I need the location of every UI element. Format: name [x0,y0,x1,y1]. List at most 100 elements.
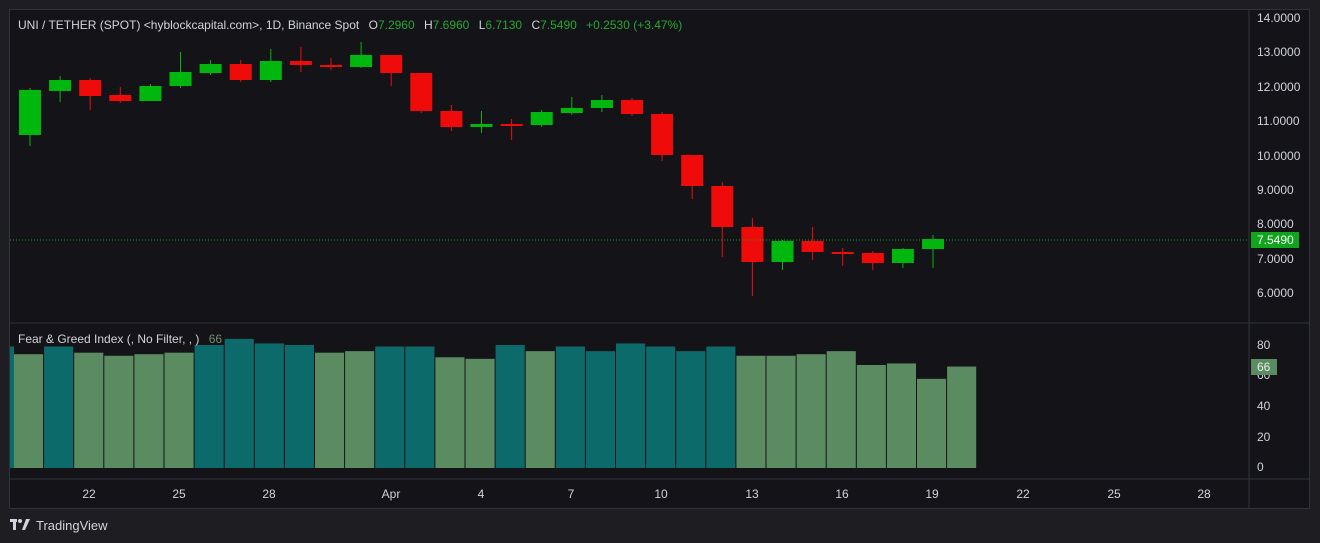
candle-body [470,124,493,127]
change-value: +0.2530 (+3.47%) [586,18,682,32]
time-tick-label: 19 [925,487,939,501]
price-tick-label: 10.0000 [1257,149,1301,163]
time-tick-label: 28 [1197,487,1211,501]
time-tick-label: 25 [172,487,186,501]
fear-greed-bar [435,357,465,468]
candle-body [530,112,553,125]
fear-greed-tick-label: 0 [1257,460,1264,474]
candle-body [651,114,674,155]
time-tick-label: 7 [568,487,575,501]
candle-body [380,55,403,73]
time-tick-label: 25 [1107,487,1121,501]
fear-greed-bar [104,355,134,468]
price-pane[interactable] [10,42,1249,296]
fear-greed-bar [134,354,164,468]
price-tick-label: 6.0000 [1257,286,1294,300]
candle-body [199,64,222,73]
fear-greed-bar [254,343,284,468]
fear-greed-bar [826,351,856,468]
price-tick-label: 8.0000 [1257,217,1294,231]
time-axis[interactable]: 22 25 28 Apr 4 7 10 13 16 19 22 25 28 [82,487,1211,501]
candle-body [681,155,704,186]
fear-greed-bar [525,351,555,468]
legend-header: UNI / TETHER (SPOT) <hyblockcapital.com>… [18,18,682,32]
fear-greed-bar [495,345,525,468]
tradingview-wordmark: TradingView [36,517,108,533]
fear-greed-last-label: 66 [1257,360,1271,374]
fear-greed-bar [886,363,916,468]
close-value: 7.5490 [540,18,577,32]
high-value: 7.6960 [433,18,470,32]
fear-greed-bar [375,346,405,468]
time-tick-label: 10 [654,487,668,501]
price-tick-label: 12.0000 [1257,80,1301,94]
indicator-value: 66 [209,332,223,346]
fear-greed-bar [74,352,104,468]
fear-greed-bar [315,352,345,468]
time-tick-label: 13 [745,487,759,501]
price-axis[interactable]: 14.0000 13.0000 12.0000 11.0000 10.0000 9.000… [1251,11,1301,300]
fear-greed-bar [585,351,615,468]
candle-body [771,241,794,262]
fear-greed-bar [856,364,886,468]
fear-greed-tick-label: 80 [1257,338,1271,352]
candle-body [169,72,192,86]
fear-greed-bar [224,338,254,468]
time-tick-label: 16 [835,487,849,501]
candle-body [259,61,282,80]
indicator-header[interactable]: Fear & Greed Index (, No Filter, , ) 66 [18,332,222,346]
candle-body [229,64,252,80]
fear-greed-bar [465,358,495,468]
fear-greed-bar [405,346,435,468]
footer-brand[interactable]: TradingView [10,515,108,535]
candle-body [861,253,884,263]
chart-svg[interactable]: 14.0000 13.0000 12.0000 11.0000 10.0000 9.000… [0,0,1320,543]
fear-greed-tick-label: 20 [1257,430,1271,444]
fear-greed-bar [194,345,224,468]
close-label: C [531,18,540,32]
fear-greed-bar [14,354,44,468]
candle-body [711,186,734,227]
candle-body [590,100,613,108]
fear-greed-tick-label: 40 [1257,399,1271,413]
fear-greed-bar [917,378,947,468]
candle-body [621,100,643,114]
time-tick-label: 22 [82,487,96,501]
candle-body [560,108,583,113]
candle-body [741,227,764,262]
price-tick-label: 9.0000 [1257,183,1294,197]
candle-body [801,241,824,252]
time-tick-label: 28 [262,487,276,501]
fear-greed-bar [345,351,375,468]
fear-greed-pane[interactable] [10,338,977,468]
candle-body [320,65,342,67]
fear-greed-bar [766,355,796,468]
price-tick-label: 14.0000 [1257,11,1301,25]
candle-body [440,111,463,127]
price-tick-label: 13.0000 [1257,45,1301,59]
fear-greed-axis[interactable]: 80604020066 [1251,338,1277,474]
candle-body [109,95,132,101]
fear-greed-bar [676,351,706,468]
candle-body [891,249,914,263]
fear-greed-bar [706,346,736,468]
fear-greed-bar [736,355,766,468]
candle-body [49,80,72,91]
open-value: 7.2960 [378,18,415,32]
candle-body [500,124,523,126]
high-label: H [424,18,433,32]
fear-greed-bar [164,352,194,468]
fear-greed-bar [646,346,676,468]
fear-greed-bar [616,343,646,468]
candle-body [139,86,162,101]
indicator-title: Fear & Greed Index (, No Filter, , ) [18,332,199,346]
fear-greed-bar [10,346,14,468]
time-tick-label: Apr [382,487,401,501]
fear-greed-bar [284,345,314,468]
candle-body [289,61,312,65]
fear-greed-bar [555,346,585,468]
low-value: 6.7130 [485,18,522,32]
last-price-label: 7.5490 [1257,233,1294,247]
time-tick-label: 22 [1016,487,1030,501]
fear-greed-bar [44,346,74,468]
